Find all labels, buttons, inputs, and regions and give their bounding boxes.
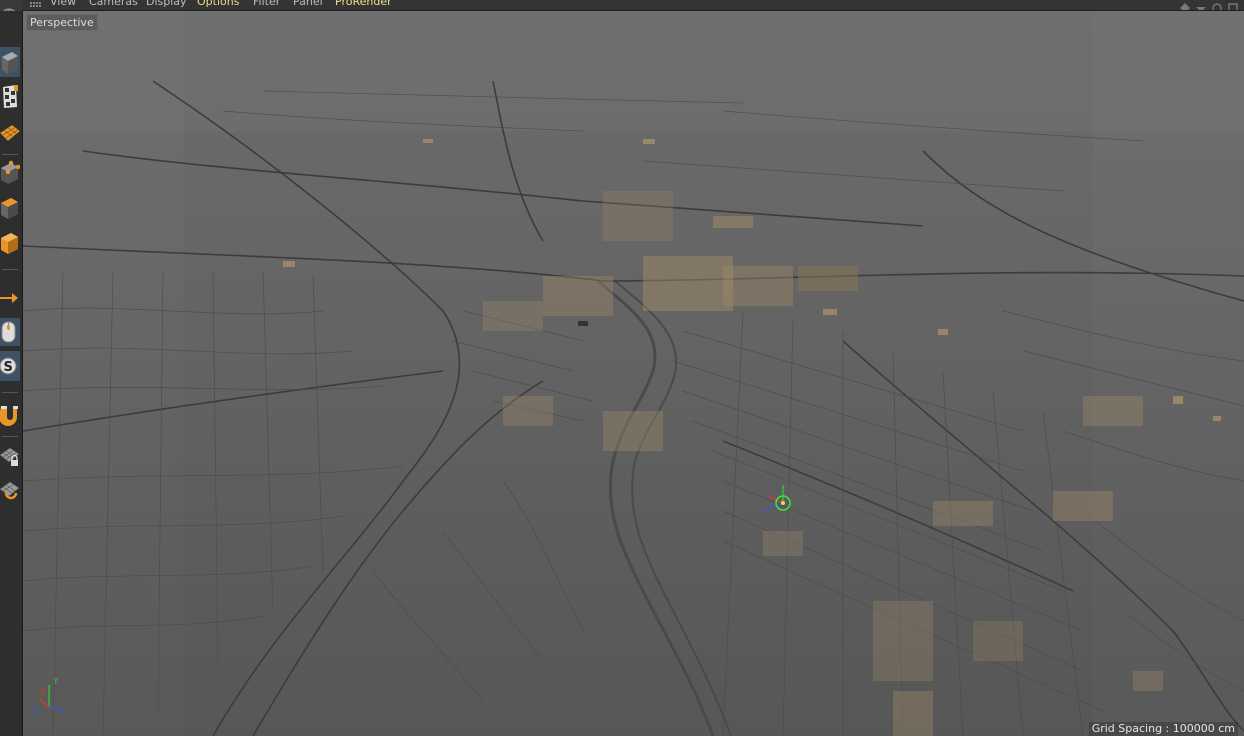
mouse-icon xyxy=(0,318,20,346)
tool-checker[interactable] xyxy=(0,81,20,111)
viewport-label[interactable]: Perspective xyxy=(26,14,98,31)
perspective-viewport[interactable]: Perspective Y X Z Grid Spacing : 100000 … xyxy=(23,11,1244,736)
window-controls xyxy=(1180,0,1238,10)
menu-prorender[interactable]: ProRender xyxy=(335,0,392,9)
tool-cube[interactable] xyxy=(0,47,20,77)
tool-polygon-cube[interactable] xyxy=(0,156,20,186)
snap-s-icon: S xyxy=(0,351,20,381)
left-toolbar: S xyxy=(0,11,23,736)
grid-lock-icon xyxy=(0,447,20,466)
menu-grip-icon xyxy=(30,2,41,7)
menu-view[interactable]: View xyxy=(50,0,76,9)
plane-grid-icon xyxy=(0,124,20,142)
box-icon xyxy=(1,198,18,219)
move-manipulator-icon[interactable] xyxy=(757,481,807,527)
grid-spacing-readout: Grid Spacing : 100000 cm xyxy=(1088,722,1238,736)
toggle-view-icon[interactable] xyxy=(1228,0,1238,10)
move-view-icon[interactable] xyxy=(1180,0,1190,10)
svg-text:S: S xyxy=(4,360,13,375)
scale-view-icon[interactable] xyxy=(1196,0,1206,10)
tool-arrow[interactable] xyxy=(0,283,20,313)
menu-panel[interactable]: Panel xyxy=(293,0,323,9)
cube-icon xyxy=(0,47,20,77)
tool-grid-snap[interactable] xyxy=(0,477,20,507)
menu-display[interactable]: Display xyxy=(146,0,187,9)
tool-filled-cube[interactable] xyxy=(0,226,20,256)
menu-options[interactable]: Options xyxy=(197,0,239,9)
menu-cameras[interactable]: Cameras xyxy=(89,0,138,9)
tool-magnet[interactable] xyxy=(0,401,20,431)
arrow-right-icon xyxy=(0,293,18,303)
tool-grid-lock[interactable] xyxy=(0,441,20,471)
axis-icon xyxy=(38,685,66,712)
tool-plane[interactable] xyxy=(0,117,20,147)
magnet-icon xyxy=(0,406,18,426)
grid-snap-icon xyxy=(0,481,20,500)
rotate-view-icon[interactable] xyxy=(1212,0,1222,10)
axis-y-label: Y xyxy=(53,677,59,687)
menu-filter[interactable]: Filter xyxy=(253,0,280,9)
tool-snap-s[interactable]: S xyxy=(0,351,20,381)
axis-x-label: X xyxy=(40,688,47,698)
tool-box[interactable] xyxy=(0,191,20,221)
polygon-cube-icon xyxy=(1,160,20,184)
checker-icon xyxy=(3,85,18,108)
axis-gizmo: Y X Z xyxy=(31,677,71,723)
axis-z-label: Z xyxy=(33,706,40,716)
city-map-scene xyxy=(23,11,1244,736)
filled-cube-icon xyxy=(1,233,18,254)
menu-bar: View Cameras Display Options Filter Pane… xyxy=(0,0,1244,11)
tool-mouse[interactable] xyxy=(0,316,20,346)
